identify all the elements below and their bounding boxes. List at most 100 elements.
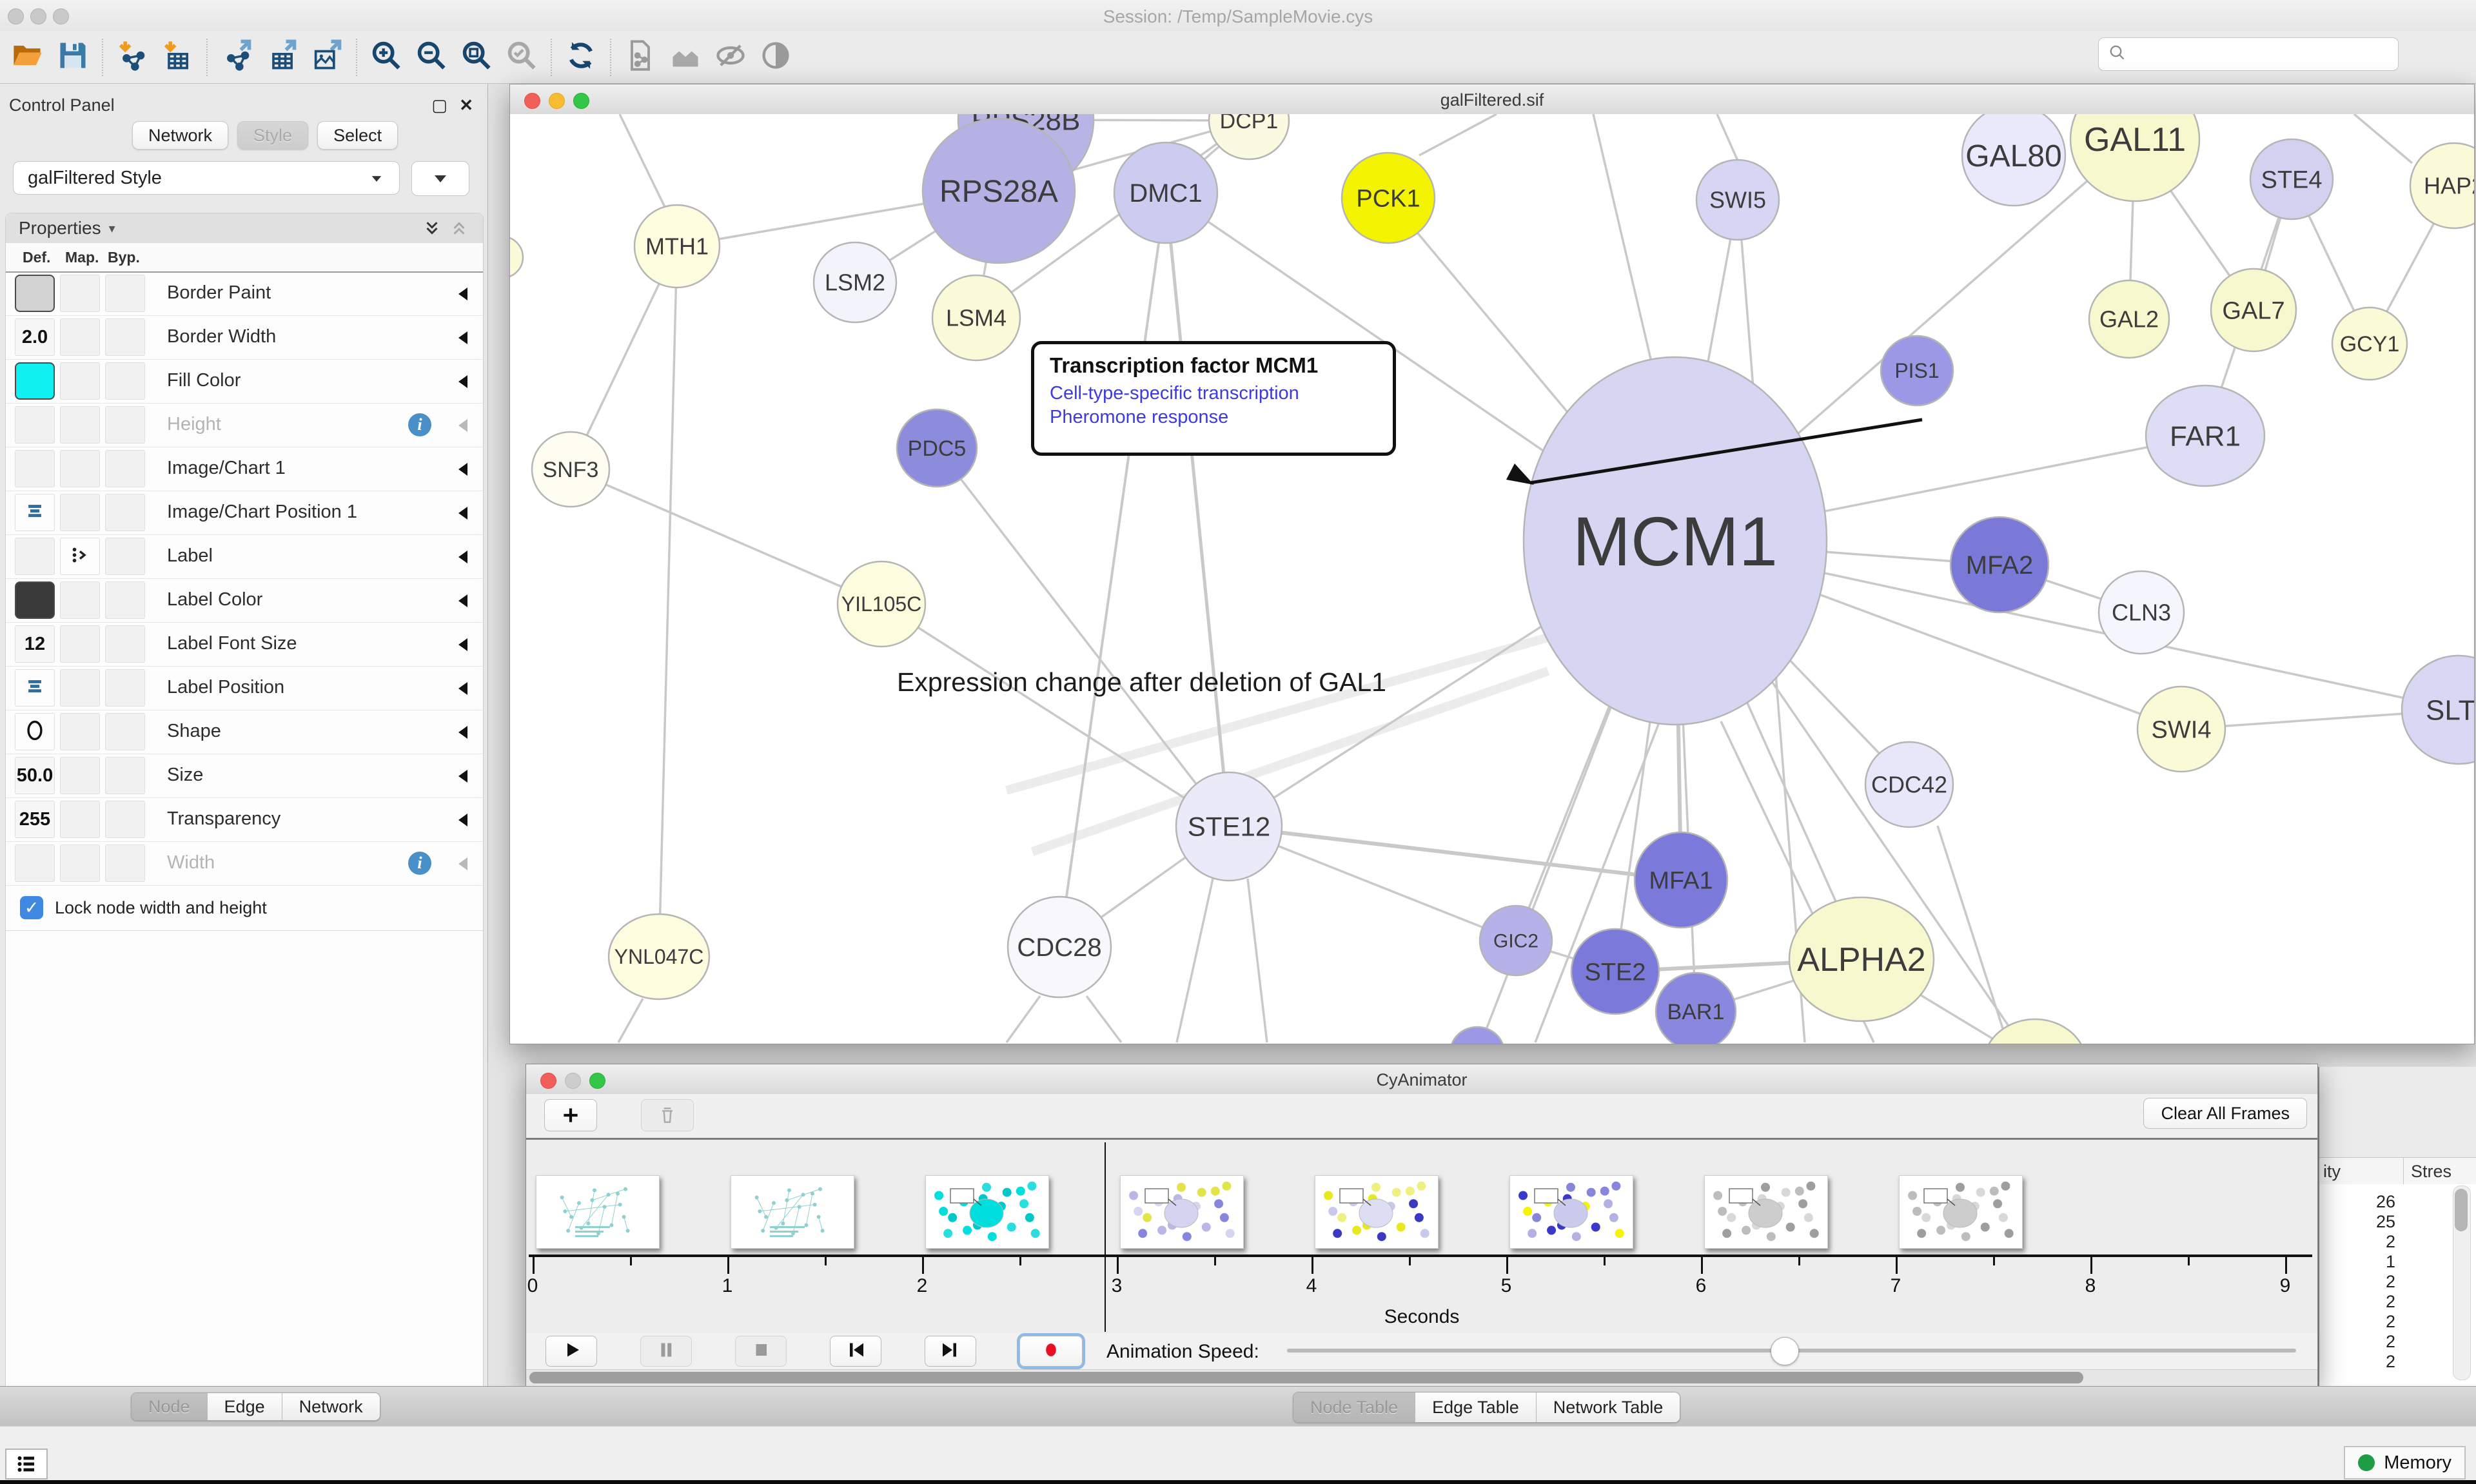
network-node-gcy1[interactable]: GCY1 bbox=[2332, 308, 2407, 380]
export-network-button[interactable] bbox=[219, 39, 255, 75]
save-button[interactable] bbox=[55, 39, 91, 75]
float-panel-icon[interactable]: ▢ bbox=[431, 95, 447, 115]
mapping-cell[interactable] bbox=[60, 757, 100, 794]
property-row-shape[interactable]: Shape bbox=[6, 710, 483, 754]
bypass-cell[interactable] bbox=[105, 362, 145, 400]
network-node-rps28a[interactable]: RPS28A bbox=[923, 119, 1075, 263]
lock-checkbox[interactable]: ✓ bbox=[20, 896, 43, 919]
frame-thumbnail-5[interactable] bbox=[1509, 1175, 1633, 1249]
network-edge[interactable] bbox=[1086, 996, 1121, 1042]
task-history-button[interactable] bbox=[5, 1449, 48, 1479]
panel-tab-network[interactable]: Network bbox=[282, 1393, 380, 1420]
network-node-n1[interactable] bbox=[1450, 1027, 1504, 1044]
network-edge[interactable] bbox=[1419, 114, 1497, 155]
expand-property-icon[interactable] bbox=[458, 288, 467, 300]
tab-node-table[interactable]: Node Table bbox=[1293, 1392, 1415, 1422]
scrollbar-thumb[interactable] bbox=[529, 1372, 2083, 1383]
memory-button[interactable]: Memory bbox=[2344, 1446, 2466, 1479]
style-select[interactable]: galFiltered Style bbox=[13, 161, 400, 195]
network-edge[interactable] bbox=[659, 246, 677, 957]
bypass-cell[interactable] bbox=[105, 581, 145, 619]
prev-frame-button[interactable] bbox=[830, 1336, 881, 1367]
network-node-ste12[interactable]: STE12 bbox=[1176, 772, 1282, 881]
frame-thumbnail-6[interactable] bbox=[1704, 1175, 1828, 1249]
default-value-cell[interactable]: 12 bbox=[15, 625, 55, 663]
mapping-cell[interactable] bbox=[60, 581, 100, 619]
network-node-hap2[interactable]: HAP2 bbox=[2410, 143, 2474, 228]
network-node-swi4[interactable]: SWI4 bbox=[2137, 687, 2225, 772]
network-window-titlebar[interactable]: galFiltered.sif bbox=[510, 84, 2474, 115]
network-edge[interactable] bbox=[1248, 879, 1267, 1042]
network-node-lsm4[interactable]: LSM4 bbox=[932, 275, 1020, 360]
frame-thumbnail-0[interactable] bbox=[536, 1175, 660, 1249]
bypass-cell[interactable] bbox=[105, 845, 145, 882]
network-edge[interactable] bbox=[1717, 114, 1738, 161]
zoom-out-button[interactable] bbox=[413, 39, 449, 75]
default-value-cell[interactable] bbox=[15, 538, 55, 575]
mapping-cell[interactable] bbox=[60, 669, 100, 707]
network-node-gal7[interactable]: GAL7 bbox=[2211, 269, 2296, 351]
expand-property-icon[interactable] bbox=[458, 551, 467, 563]
import-network-button[interactable] bbox=[114, 39, 150, 75]
mapping-cell[interactable] bbox=[60, 801, 100, 838]
annotation-link[interactable]: Pheromone response bbox=[1050, 407, 1377, 428]
mapping-cell[interactable] bbox=[60, 845, 100, 882]
property-row-transparency[interactable]: 255Transparency bbox=[6, 797, 483, 842]
contrast-button[interactable] bbox=[758, 39, 794, 75]
network-node-mfa1[interactable]: MFA1 bbox=[1635, 832, 1727, 928]
add-frame-button[interactable] bbox=[544, 1099, 597, 1131]
pause-button[interactable] bbox=[640, 1336, 692, 1367]
default-value-cell[interactable] bbox=[15, 450, 55, 487]
close-panel-icon[interactable]: ✕ bbox=[459, 95, 473, 115]
table-cell[interactable]: 25 bbox=[2324, 1212, 2395, 1232]
network-node-dmc1[interactable]: DMC1 bbox=[1114, 142, 1217, 243]
cyanimator-titlebar[interactable]: CyAnimator bbox=[526, 1064, 2317, 1095]
property-row-label-color[interactable]: Label Color bbox=[6, 578, 483, 623]
network-edge[interactable] bbox=[571, 469, 881, 604]
timeline-playhead[interactable] bbox=[1105, 1142, 1106, 1332]
property-row-border-paint[interactable]: Border Paint bbox=[6, 271, 483, 316]
property-row-fill-color[interactable]: Fill Color bbox=[6, 359, 483, 404]
network-node-far1[interactable]: FAR1 bbox=[2146, 386, 2265, 486]
info-icon[interactable]: i bbox=[408, 413, 431, 436]
expand-property-icon[interactable] bbox=[458, 331, 467, 344]
clear-all-frames-button[interactable]: Clear All Frames bbox=[2143, 1098, 2307, 1129]
network-node-ynl047c[interactable]: YNL047C bbox=[609, 914, 709, 999]
network-node-tup1[interactable]: TUP1 bbox=[1983, 1019, 2087, 1044]
default-value-cell[interactable] bbox=[15, 494, 55, 531]
frame-thumbnail-1[interactable] bbox=[731, 1175, 854, 1249]
table-cell[interactable]: 2 bbox=[2324, 1332, 2395, 1352]
table-cell[interactable]: 2 bbox=[2324, 1312, 2395, 1332]
expand-property-icon[interactable] bbox=[458, 726, 467, 739]
network-node-cdc28[interactable]: CDC28 bbox=[1008, 897, 1111, 997]
export-image-button[interactable] bbox=[309, 39, 345, 75]
network-node-n2[interactable] bbox=[510, 237, 523, 278]
network-node-ste2[interactable]: STE2 bbox=[1571, 929, 1659, 1014]
network-node-pdc5[interactable]: PDC5 bbox=[897, 409, 977, 487]
table-scrollbar[interactable] bbox=[2453, 1186, 2471, 1380]
collapse-all-icon[interactable] bbox=[449, 219, 469, 242]
bypass-cell[interactable] bbox=[105, 801, 145, 838]
expand-property-icon[interactable] bbox=[458, 857, 467, 870]
bypass-cell[interactable] bbox=[105, 406, 145, 444]
table-cell[interactable]: 2 bbox=[2324, 1352, 2395, 1372]
mapping-cell[interactable] bbox=[60, 538, 100, 575]
bypass-cell[interactable] bbox=[105, 494, 145, 531]
bypass-cell[interactable] bbox=[105, 275, 145, 312]
network-node-cln3[interactable]: CLN3 bbox=[2099, 571, 2184, 654]
table-cell[interactable]: 1 bbox=[2324, 1252, 2395, 1272]
network-node-bar1[interactable]: BAR1 bbox=[1656, 973, 1736, 1044]
stop-button[interactable] bbox=[735, 1336, 787, 1367]
network-node-swi5[interactable]: SWI5 bbox=[1696, 160, 1779, 240]
default-value-cell[interactable] bbox=[15, 275, 55, 312]
next-frame-button[interactable] bbox=[925, 1336, 976, 1367]
group-button[interactable] bbox=[667, 39, 703, 75]
tab-select[interactable]: Select bbox=[317, 121, 398, 150]
zoom-selected-button[interactable] bbox=[504, 39, 540, 75]
property-row-size[interactable]: 50.0Size bbox=[6, 754, 483, 798]
bypass-cell[interactable] bbox=[105, 669, 145, 707]
expand-property-icon[interactable] bbox=[458, 463, 467, 476]
table-column-header[interactable]: ity bbox=[2323, 1162, 2341, 1182]
network-edge[interactable] bbox=[620, 114, 665, 207]
property-row-label-font-size[interactable]: 12Label Font Size bbox=[6, 622, 483, 667]
